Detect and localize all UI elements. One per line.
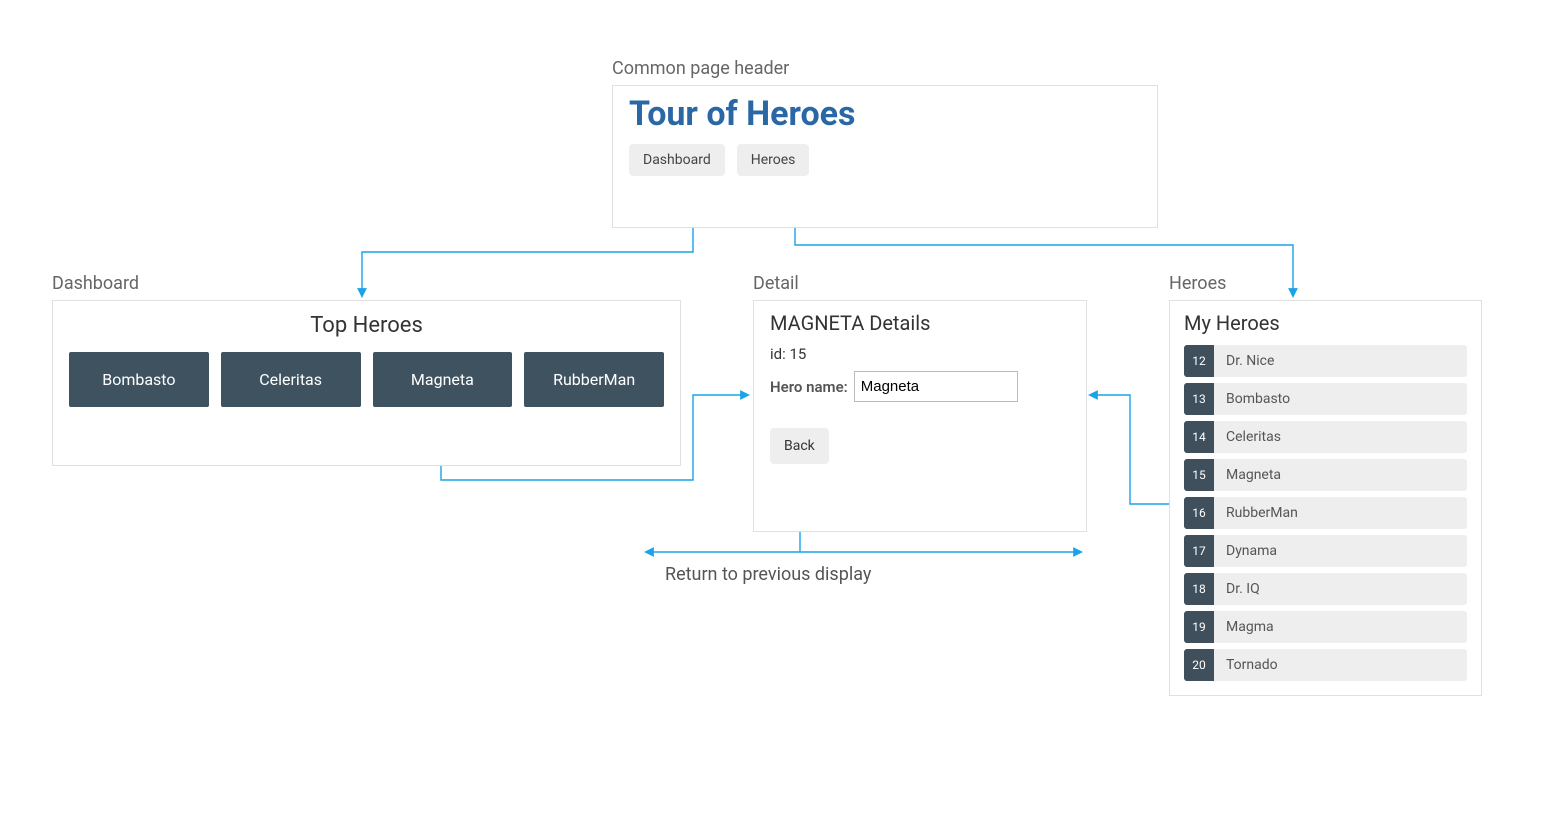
- detail-name-label: Hero name:: [770, 378, 848, 396]
- dashboard-panel: Top Heroes BombastoCeleritasMagnetaRubbe…: [52, 300, 681, 466]
- heroes-title: My Heroes: [1184, 311, 1467, 335]
- hero-name: Bombasto: [1226, 391, 1290, 407]
- hero-tile-bombasto[interactable]: Bombasto: [69, 352, 209, 407]
- hero-list-item[interactable]: 19 Magma: [1184, 611, 1467, 643]
- hero-list-item[interactable]: 12 Dr. Nice: [1184, 345, 1467, 377]
- hero-tile-celeritas[interactable]: Celeritas: [221, 352, 361, 407]
- detail-panel: MAGNETA Details id: 15 Hero name: Back: [753, 300, 1087, 532]
- hero-name: Magneta: [1226, 467, 1281, 483]
- hero-id-badge: 12: [1184, 345, 1214, 377]
- hero-tile-rubberman[interactable]: RubberMan: [524, 352, 664, 407]
- hero-id-badge: 18: [1184, 573, 1214, 605]
- hero-id-badge: 20: [1184, 649, 1214, 681]
- detail-id-value: 15: [789, 345, 806, 363]
- heroes-section-label: Heroes: [1169, 273, 1226, 294]
- hero-id-badge: 14: [1184, 421, 1214, 453]
- return-annotation: Return to previous display: [665, 564, 871, 585]
- hero-name: Magma: [1226, 619, 1274, 635]
- hero-name: Dr. Nice: [1226, 353, 1274, 369]
- hero-id-badge: 16: [1184, 497, 1214, 529]
- hero-list-item[interactable]: 14 Celeritas: [1184, 421, 1467, 453]
- header-section-label: Common page header: [612, 58, 789, 79]
- back-button[interactable]: Back: [770, 428, 829, 464]
- hero-id-badge: 19: [1184, 611, 1214, 643]
- nav-heroes-button[interactable]: Heroes: [737, 144, 810, 176]
- hero-list-item[interactable]: 16 RubberMan: [1184, 497, 1467, 529]
- hero-list-item[interactable]: 20 Tornado: [1184, 649, 1467, 681]
- hero-name: Tornado: [1226, 657, 1278, 673]
- hero-list-item[interactable]: 13 Bombasto: [1184, 383, 1467, 415]
- hero-list-item[interactable]: 17 Dynama: [1184, 535, 1467, 567]
- hero-name: Dynama: [1226, 543, 1277, 559]
- header-panel: Tour of Heroes Dashboard Heroes: [612, 85, 1158, 228]
- hero-list-item[interactable]: 15 Magneta: [1184, 459, 1467, 491]
- hero-name: Celeritas: [1226, 429, 1281, 445]
- detail-id-label: id:: [770, 345, 786, 363]
- hero-id-badge: 15: [1184, 459, 1214, 491]
- top-heroes-tiles: BombastoCeleritasMagnetaRubberMan: [69, 352, 664, 407]
- hero-id-badge: 17: [1184, 535, 1214, 567]
- hero-list-item[interactable]: 18 Dr. IQ: [1184, 573, 1467, 605]
- dashboard-title: Top Heroes: [69, 313, 664, 338]
- dashboard-section-label: Dashboard: [52, 273, 139, 294]
- app-title: Tour of Heroes: [629, 94, 1141, 134]
- hero-tile-magneta[interactable]: Magneta: [373, 352, 513, 407]
- nav-dashboard-button[interactable]: Dashboard: [629, 144, 725, 176]
- detail-id-row: id: 15: [770, 345, 1070, 363]
- detail-section-label: Detail: [753, 273, 799, 294]
- hero-id-badge: 13: [1184, 383, 1214, 415]
- heroes-panel: My Heroes 12 Dr. Nice 13 Bombasto 14 Celerita…: [1169, 300, 1482, 696]
- hero-name: Dr. IQ: [1226, 581, 1260, 597]
- detail-title: MAGNETA Details: [770, 311, 1070, 335]
- hero-list: 12 Dr. Nice 13 Bombasto 14 Celeritas 15 Magneta…: [1184, 345, 1467, 681]
- hero-name: RubberMan: [1226, 505, 1298, 521]
- hero-name-input[interactable]: [854, 371, 1018, 402]
